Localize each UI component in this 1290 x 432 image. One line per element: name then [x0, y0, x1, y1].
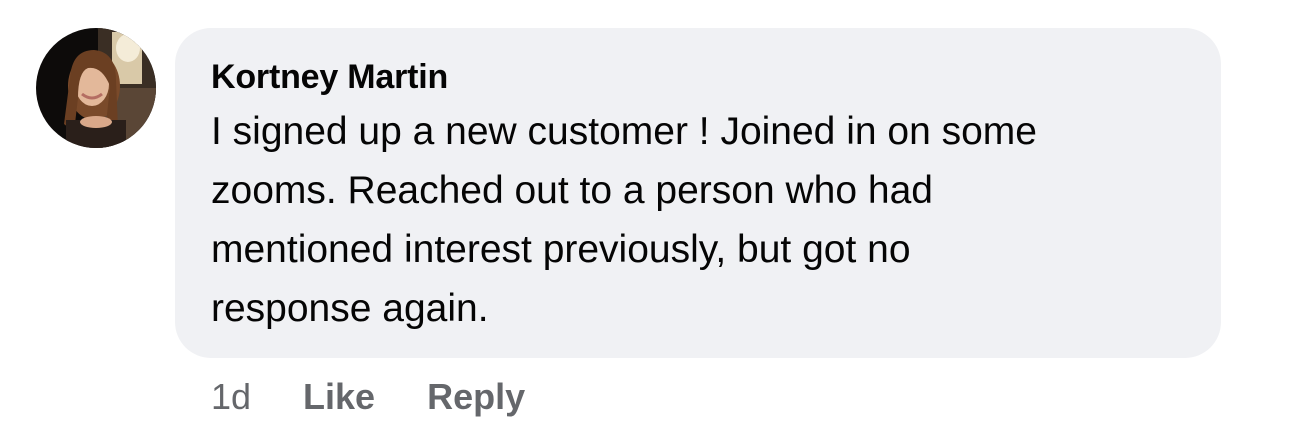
comment-text-line: response again.	[211, 287, 489, 330]
comment: Kortney Martin I signed up a new custome…	[0, 0, 1290, 432]
comment-bubble: Kortney Martin I signed up a new custome…	[175, 28, 1221, 358]
comment-text-line: zooms. Reached out to a person who had	[211, 169, 933, 212]
like-button[interactable]: Like	[303, 376, 375, 418]
author-name[interactable]: Kortney Martin	[211, 57, 448, 97]
reply-button[interactable]: Reply	[427, 376, 525, 418]
comment-text: I signed up a new customer ! Joined in o…	[211, 102, 1201, 338]
avatar[interactable]	[36, 28, 156, 148]
comment-text-line: I signed up a new customer ! Joined in o…	[211, 110, 1037, 153]
profile-photo-icon	[36, 28, 156, 148]
comment-actions: 1d Like Reply	[211, 372, 577, 422]
timestamp[interactable]: 1d	[211, 376, 251, 418]
comment-text-line: mentioned interest previously, but got n…	[211, 228, 911, 271]
